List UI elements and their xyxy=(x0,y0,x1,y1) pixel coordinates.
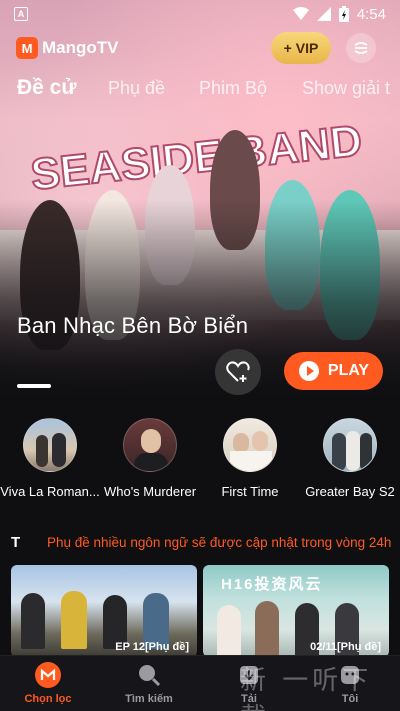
category-tabs: Đề cử Phụ đề Phim Bộ Show giải t xyxy=(0,72,400,108)
nav-search-label: Tìm kiếm xyxy=(125,693,173,705)
show-circles: Viva La Roman... Who's Murderer First Ti… xyxy=(0,418,400,508)
heart-plus-icon xyxy=(226,361,250,382)
tab-variety-show[interactable]: Show giải t xyxy=(302,78,390,99)
status-bar: A 4:54 xyxy=(0,0,400,28)
hero-title: Ban Nhạc Bên Bờ Biển xyxy=(17,313,249,338)
show-thumbnail xyxy=(23,418,77,472)
seaside-band-art-text: SEASIDE BAND xyxy=(28,116,364,199)
episode-badge: 02/11[Phụ đề] xyxy=(310,641,381,653)
watermark: 新 一听下载 xyxy=(240,666,373,711)
menu-button[interactable] xyxy=(346,33,376,63)
show-item[interactable]: Greater Bay S2 xyxy=(300,418,400,499)
nav-home[interactable]: Chọn lọc xyxy=(8,662,88,705)
brand-name: MangoTV xyxy=(42,38,119,57)
subtitle-notice[interactable]: T Phụ đề nhiều ngôn ngữ sẽ được cập nhật… xyxy=(11,531,400,553)
show-label: Who's Murderer xyxy=(103,484,197,499)
menu-icon xyxy=(354,42,368,54)
favorite-button[interactable] xyxy=(215,349,261,395)
search-icon xyxy=(136,662,162,688)
show-thumbnail xyxy=(323,418,377,472)
notice-t-icon: T xyxy=(11,533,21,551)
app-header: M MangoTV + VIP xyxy=(0,30,400,66)
play-label: PLAY xyxy=(327,362,370,379)
show-label: First Time xyxy=(221,484,279,499)
vip-button[interactable]: + VIP xyxy=(271,32,331,64)
mango-home-icon xyxy=(35,662,61,688)
mangotv-logo-icon: M xyxy=(16,37,38,59)
show-item[interactable]: Viva La Roman... xyxy=(0,418,100,499)
video-thumbnail[interactable]: H16投资风云 02/11[Phụ đề] xyxy=(203,565,389,657)
mangotv-logo[interactable]: M MangoTV xyxy=(16,37,119,59)
wifi-icon xyxy=(292,7,309,20)
nav-search[interactable]: Tìm kiếm xyxy=(109,662,189,705)
seaside-band-art: SEASIDE BAND xyxy=(27,115,365,200)
episode-badge: EP 12[Phụ đề] xyxy=(115,641,189,653)
show-label: Greater Bay S2 xyxy=(305,484,395,499)
video-thumbnail[interactable]: EP 12[Phụ đề] xyxy=(11,565,197,657)
show-item[interactable]: Who's Murderer xyxy=(100,418,200,499)
show-label: Viva La Roman... xyxy=(0,484,100,499)
tab-series[interactable]: Phim Bộ xyxy=(199,78,267,99)
tab-recommended[interactable]: Đề cử xyxy=(17,76,77,100)
thumbnail-title-art: H16投资风云 xyxy=(221,576,323,593)
notification-a-icon: A xyxy=(14,7,28,21)
signal-icon xyxy=(316,7,331,21)
play-button[interactable]: PLAY xyxy=(284,352,383,390)
notice-text: Phụ đề nhiều ngôn ngữ sẽ được cập nhật t… xyxy=(47,534,392,550)
battery-icon xyxy=(338,6,349,22)
nav-home-label: Chọn lọc xyxy=(24,693,72,705)
show-thumbnail xyxy=(123,418,177,472)
play-icon xyxy=(298,361,319,381)
show-thumbnail xyxy=(223,418,277,472)
tab-subtitles[interactable]: Phụ đề xyxy=(108,78,165,99)
show-item[interactable]: First Time xyxy=(200,418,300,499)
carousel-indicator xyxy=(17,384,51,388)
status-time: 4:54 xyxy=(356,5,386,23)
